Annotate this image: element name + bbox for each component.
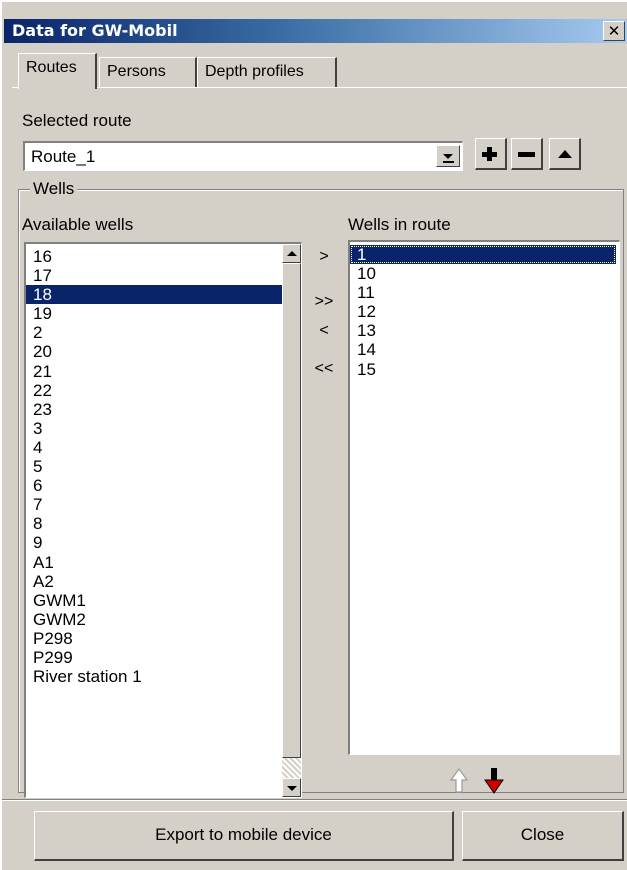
close-button[interactable]: Close — [462, 811, 624, 861]
plus-icon — [482, 147, 497, 161]
list-item[interactable]: 11 — [350, 283, 616, 302]
route-select[interactable]: Route_1 — [23, 141, 463, 171]
move-all-left-button[interactable]: << — [309, 358, 339, 380]
selected-route-label: Selected route — [22, 111, 132, 130]
footer-separator — [2, 799, 627, 801]
close-icon[interactable]: ✕ — [603, 21, 625, 41]
remove-route-button[interactable] — [511, 138, 543, 170]
tab-persons[interactable]: Persons — [99, 57, 197, 87]
wells-in-route-label: Wells in route — [348, 215, 451, 234]
list-item[interactable]: 2 — [26, 323, 284, 342]
arrow-down-red-icon[interactable] — [484, 766, 504, 796]
list-item[interactable]: 19 — [26, 304, 284, 323]
list-item[interactable]: 1 — [350, 245, 616, 265]
list-item[interactable]: 14 — [350, 340, 616, 359]
list-item[interactable]: 17 — [26, 266, 284, 285]
scroll-up-icon — [287, 251, 297, 256]
wells-in-route-items: 1 10 11 12 13 14 15 — [350, 245, 616, 379]
list-item[interactable]: P298 — [26, 629, 284, 648]
route-select-value: Route_1 — [31, 147, 96, 166]
dropdown-bar-icon — [443, 161, 454, 163]
move-selected-right-button[interactable]: > — [309, 246, 339, 268]
export-button[interactable]: Export to mobile device — [34, 811, 454, 861]
scroll-down-icon — [287, 786, 297, 791]
list-item[interactable]: 5 — [26, 457, 284, 476]
tab-routes[interactable]: Routes — [18, 53, 97, 89]
list-item[interactable]: GWM1 — [26, 591, 284, 610]
move-all-right-button[interactable]: >> — [309, 291, 339, 313]
available-wells-scrollbar[interactable] — [282, 244, 301, 797]
list-item[interactable]: 7 — [26, 495, 284, 514]
list-item[interactable]: 15 — [350, 360, 616, 379]
scroll-up-button[interactable] — [282, 244, 301, 263]
list-item[interactable]: 10 — [350, 264, 616, 283]
list-item[interactable]: 13 — [350, 321, 616, 340]
collapse-button[interactable] — [549, 138, 581, 170]
wells-in-route-list[interactable]: 1 10 11 12 13 14 15 — [348, 240, 620, 755]
add-route-button[interactable] — [475, 138, 507, 170]
title-bar[interactable]: Data for GW-Mobil ✕ — [4, 19, 627, 43]
list-item[interactable]: 12 — [350, 302, 616, 321]
available-wells-list[interactable]: 16 17 18 19 2 20 21 22 23 3 4 5 6 7 8 9 A1 A2 GWM1 GWM2 P298… — [24, 242, 302, 798]
move-selected-left-button[interactable]: < — [309, 320, 339, 342]
list-item[interactable]: GWM2 — [26, 610, 284, 629]
tab-depth-profiles[interactable]: Depth profiles — [197, 57, 337, 87]
scroll-thumb[interactable] — [282, 263, 301, 758]
available-wells-label: Available wells — [22, 215, 134, 234]
list-item[interactable]: 20 — [26, 342, 284, 361]
triangle-up-icon — [558, 150, 572, 158]
minus-icon — [518, 152, 535, 157]
scroll-down-button[interactable] — [282, 778, 301, 797]
wells-group-title: Wells — [30, 179, 78, 199]
list-item[interactable]: 4 — [26, 438, 284, 457]
list-item[interactable]: A2 — [26, 572, 284, 591]
list-item[interactable]: 8 — [26, 514, 284, 533]
list-item[interactable]: 23 — [26, 400, 284, 419]
list-item[interactable]: P299 — [26, 648, 284, 667]
list-item[interactable]: 3 — [26, 419, 284, 438]
list-item[interactable]: 18 — [26, 285, 284, 305]
available-wells-items: 16 17 18 19 2 20 21 22 23 3 4 5 6 7 8 9 A1 A2 GWM1 GWM2 P298… — [26, 247, 284, 686]
list-item[interactable]: 9 — [26, 533, 284, 552]
window-title: Data for GW-Mobil — [12, 21, 178, 40]
dropdown-button[interactable] — [436, 145, 460, 167]
list-item[interactable]: River station 1 — [26, 667, 284, 686]
list-item[interactable]: 21 — [26, 362, 284, 381]
list-item[interactable]: 16 — [26, 247, 284, 266]
arrow-up-outline-icon[interactable] — [449, 766, 469, 796]
list-item[interactable]: A1 — [26, 553, 284, 572]
list-item[interactable]: 22 — [26, 381, 284, 400]
list-item[interactable]: 6 — [26, 476, 284, 495]
chevron-down-icon — [443, 154, 453, 159]
dialog-window: Data for GW-Mobil ✕ Routes Persons Depth… — [0, 0, 627, 870]
